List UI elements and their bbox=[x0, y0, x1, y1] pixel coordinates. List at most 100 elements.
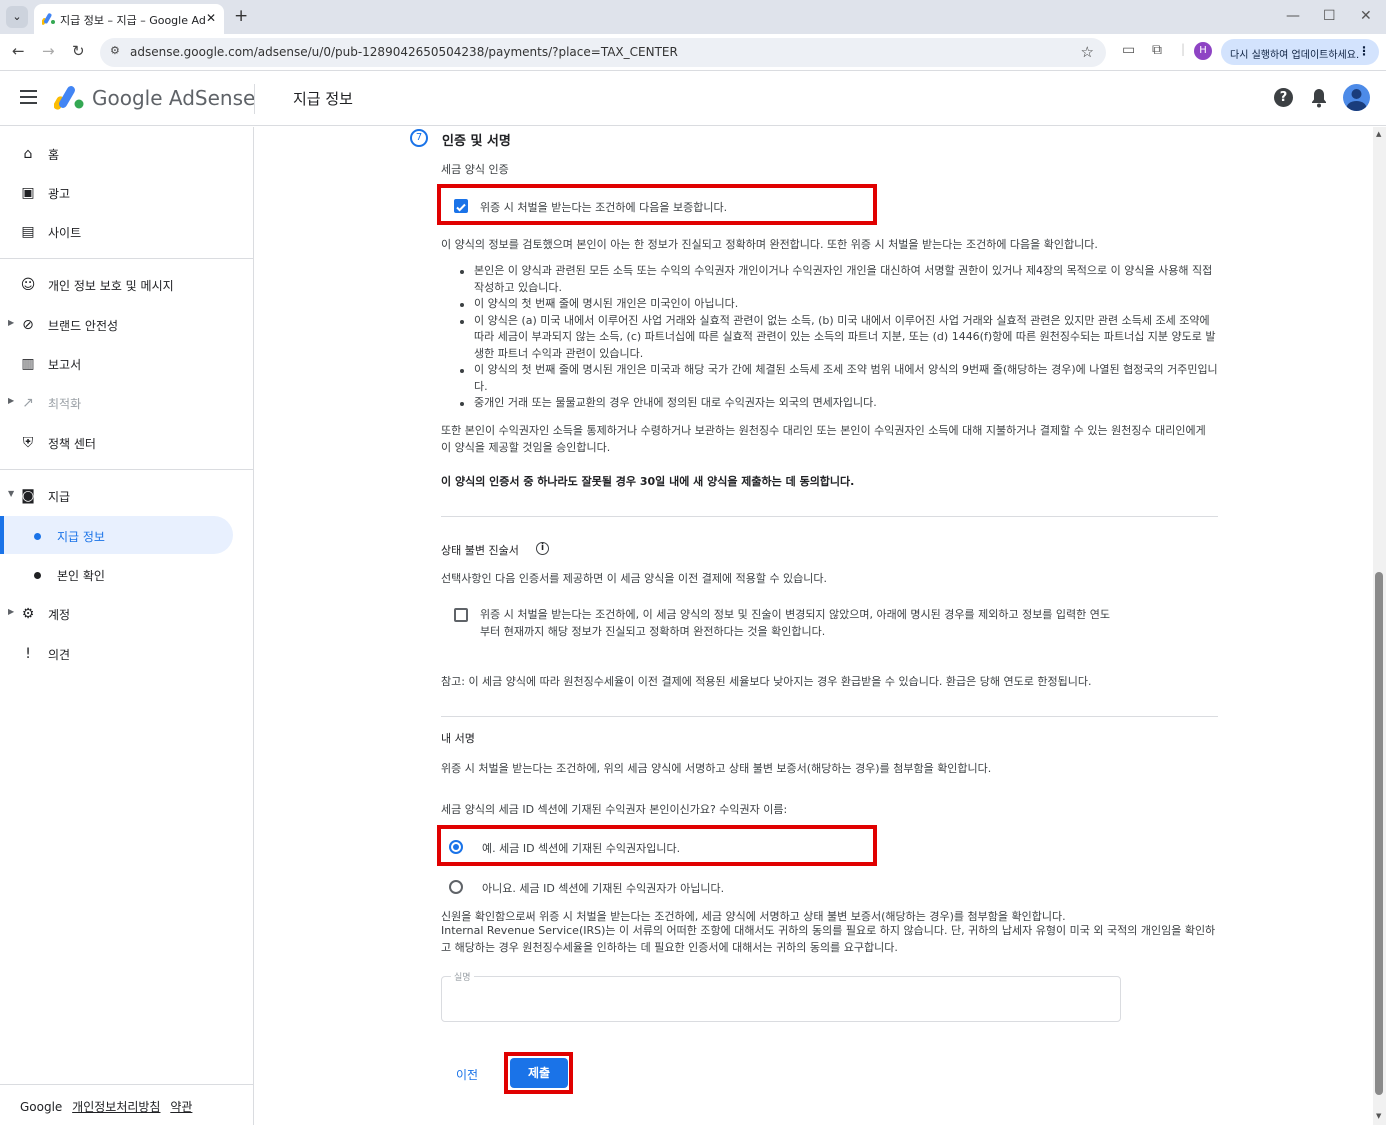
maximize-icon[interactable]: ☐ bbox=[1323, 8, 1336, 24]
sidebar-item-label: 의견 bbox=[48, 648, 71, 662]
tab-search-dropdown-icon[interactable]: ⌄ bbox=[6, 6, 28, 28]
status-checkbox-label: 위증 시 처벌을 받는다는 조건하에, 이 세금 양식의 정보 및 진술이 변경… bbox=[480, 608, 1111, 638]
feedback-icon: ! bbox=[25, 646, 31, 662]
site-info-icon[interactable]: ⚙ bbox=[110, 44, 120, 57]
agree-text: 이 양식의 인증서 중 하나라도 잘못될 경우 30일 내에 새 양식을 제출하… bbox=[441, 475, 855, 488]
active-dot-icon bbox=[34, 533, 41, 540]
radio-yes[interactable] bbox=[449, 840, 463, 854]
sidebar-item-privacy[interactable]: ☺ 개인 정보 보호 및 메시지 bbox=[0, 265, 254, 303]
sidebar-item-verification[interactable]: 본인 확인 bbox=[0, 555, 254, 593]
expand-arrow-icon: ▶ bbox=[8, 396, 15, 405]
sidebar-item-label: 보고서 bbox=[48, 358, 82, 372]
forward-icon[interactable]: → bbox=[42, 42, 55, 60]
address-bar[interactable]: ⚙ adsense.google.com/adsense/u/0/pub-128… bbox=[100, 38, 1106, 67]
url-text: adsense.google.com/adsense/u/0/pub-12890… bbox=[130, 45, 678, 59]
reports-icon: ▥ bbox=[21, 356, 35, 372]
tab-title: 지급 정보 – 지급 – Google Ad bbox=[60, 14, 206, 27]
reload-icon[interactable]: ↻ bbox=[72, 42, 85, 60]
app-header: Google AdSense 지급 정보 ? bbox=[0, 72, 1386, 126]
profile-avatar[interactable]: H bbox=[1194, 42, 1212, 60]
sidebar-item-label: 지급 정보 bbox=[57, 530, 105, 544]
status-intro: 선택사항인 다음 인증서를 제공하면 이 세금 양식을 이전 결제에 적용할 수… bbox=[441, 572, 828, 585]
header-divider bbox=[254, 84, 255, 114]
page-title: 지급 정보 bbox=[293, 90, 353, 108]
bookmark-star-icon[interactable]: ☆ bbox=[1081, 43, 1094, 61]
sidebar-item-home[interactable]: ⌂ 홈 bbox=[0, 134, 254, 172]
adsense-favicon-icon bbox=[42, 13, 55, 25]
sidebar-item-brand-safety[interactable]: ▶ ⊘ 브랜드 안전성 bbox=[0, 305, 254, 343]
menu-icon[interactable] bbox=[20, 90, 37, 104]
block-icon: ⊘ bbox=[22, 317, 34, 333]
sidebar-item-ads[interactable]: ▣ 광고 bbox=[0, 173, 254, 211]
tab-close-icon[interactable]: ✕ bbox=[206, 11, 216, 25]
privacy-icon: ☺ bbox=[20, 277, 36, 293]
dot-icon bbox=[34, 572, 41, 579]
sidebar: ⌂ 홈 ▣ 광고 ▤ 사이트 ☺ 개인 정보 보호 및 메시지 ▶ ⊘ 브랜드 … bbox=[0, 127, 254, 1125]
sidebar-item-policy-center[interactable]: ⛨ 정책 센터 bbox=[0, 423, 254, 461]
browser-tab-bar: ⌄ 지급 정보 – 지급 – Google Ad ✕ + — ☐ ✕ bbox=[0, 0, 1386, 34]
cert-checkbox[interactable] bbox=[454, 199, 468, 213]
privacy-policy-link[interactable]: 개인정보처리방침 bbox=[72, 1100, 160, 1114]
signature-input-label: 실명 bbox=[451, 970, 474, 983]
browser-toolbar: ← → ↻ ⚙ adsense.google.com/adsense/u/0/p… bbox=[0, 34, 1386, 71]
sidebar-item-label: 개인 정보 보호 및 메시지 bbox=[48, 279, 174, 293]
notifications-bell-icon[interactable] bbox=[1311, 88, 1327, 108]
submit-button[interactable]: 제출 bbox=[510, 1058, 568, 1088]
extensions-icon[interactable]: ⧉ bbox=[1152, 42, 1162, 58]
scroll-down-icon[interactable]: ▼ bbox=[1376, 1112, 1381, 1120]
window-close-icon[interactable]: ✕ bbox=[1360, 8, 1372, 24]
radio-no-label: 아니요. 세금 ID 섹션에 기재된 수익권자가 아닙니다. bbox=[482, 882, 725, 895]
sidebar-item-reports[interactable]: ▥ 보고서 bbox=[0, 344, 254, 382]
update-chip[interactable]: 다시 실행하여 업데이트하세요. ⋮ bbox=[1221, 39, 1379, 65]
previous-button[interactable]: 이전 bbox=[456, 1066, 478, 1083]
help-icon[interactable]: ? bbox=[1274, 88, 1293, 107]
sidebar-item-sites[interactable]: ▤ 사이트 bbox=[0, 212, 254, 250]
sidebar-item-label: 정책 센터 bbox=[48, 437, 96, 451]
section-divider bbox=[441, 716, 1218, 717]
cast-icon[interactable]: ▭ bbox=[1122, 42, 1135, 58]
sidebar-item-optimization[interactable]: ▶ ↗ 최적화 bbox=[0, 383, 254, 421]
status-heading: 상태 불변 진술서 bbox=[441, 544, 519, 557]
signature-question: 세금 양식의 세금 ID 섹션에 기재된 수익권자 본인이신가요? 수익권자 이… bbox=[441, 803, 788, 816]
sidebar-item-payment-info[interactable]: 지급 정보 bbox=[0, 516, 233, 554]
new-tab-icon[interactable]: + bbox=[234, 6, 248, 26]
list-item: 이 양식은 (a) 미국 내에서 이루어진 사업 거래와 실효적 관련이 없는 … bbox=[460, 313, 1220, 363]
list-item: 중개인 거래 또는 물물교환의 경우 안내에 정의된 대로 수익권자는 외국의 … bbox=[460, 395, 1220, 412]
signature-input[interactable] bbox=[441, 976, 1121, 1022]
payments-icon: ◙ bbox=[21, 488, 35, 504]
policy-shield-icon: ⛨ bbox=[22, 435, 34, 451]
scroll-up-icon[interactable]: ▲ bbox=[1376, 130, 1381, 138]
sites-icon: ▤ bbox=[21, 224, 35, 240]
section-divider bbox=[441, 516, 1218, 517]
sidebar-item-label: 최적화 bbox=[48, 397, 82, 411]
ads-icon: ▣ bbox=[21, 185, 35, 201]
collapse-arrow-icon: ▼ bbox=[8, 489, 15, 498]
list-item: 이 양식의 첫 번째 줄에 명시된 개인은 미국과 해당 국가 간에 체결된 소… bbox=[460, 362, 1220, 395]
signature-heading: 내 서명 bbox=[441, 732, 475, 745]
sidebar-item-payments[interactable]: ▼ ◙ 지급 bbox=[0, 476, 254, 514]
sidebar-item-feedback[interactable]: ! 의견 bbox=[0, 634, 254, 672]
person-icon bbox=[1346, 89, 1367, 111]
minimize-icon[interactable]: — bbox=[1286, 8, 1300, 24]
back-icon[interactable]: ← bbox=[12, 42, 25, 60]
info-icon[interactable]: i bbox=[536, 542, 549, 555]
update-label: 다시 실행하여 업데이트하세요. bbox=[1230, 50, 1360, 61]
status-checkbox[interactable] bbox=[454, 608, 468, 622]
terms-link[interactable]: 약관 bbox=[170, 1100, 192, 1114]
scrollbar[interactable]: ▲ ▼ bbox=[1373, 127, 1386, 1125]
more-vert-icon[interactable]: ⋮ bbox=[1358, 44, 1370, 58]
expand-arrow-icon: ▶ bbox=[8, 318, 15, 327]
browser-tab[interactable]: 지급 정보 – 지급 – Google Ad ✕ bbox=[34, 4, 224, 34]
sidebar-item-label: 광고 bbox=[48, 187, 71, 201]
radio-no[interactable] bbox=[449, 880, 463, 894]
gear-icon: ⚙ bbox=[21, 606, 35, 622]
scrollbar-thumb[interactable] bbox=[1375, 572, 1383, 1095]
account-avatar[interactable] bbox=[1343, 84, 1370, 111]
check-icon bbox=[456, 203, 466, 212]
radio-yes-label: 예. 세금 ID 섹션에 기재된 수익권자입니다. bbox=[482, 842, 681, 855]
sidebar-item-account[interactable]: ▶ ⚙ 계정 bbox=[0, 594, 254, 632]
adsense-logo-icon bbox=[54, 86, 84, 110]
list-item: 본인은 이 양식과 관련된 모든 소득 또는 수익의 수익권자 개인이거나 수익… bbox=[460, 263, 1220, 296]
sidebar-item-label: 브랜드 안전성 bbox=[48, 319, 119, 333]
sidebar-item-label: 지급 bbox=[48, 490, 71, 504]
